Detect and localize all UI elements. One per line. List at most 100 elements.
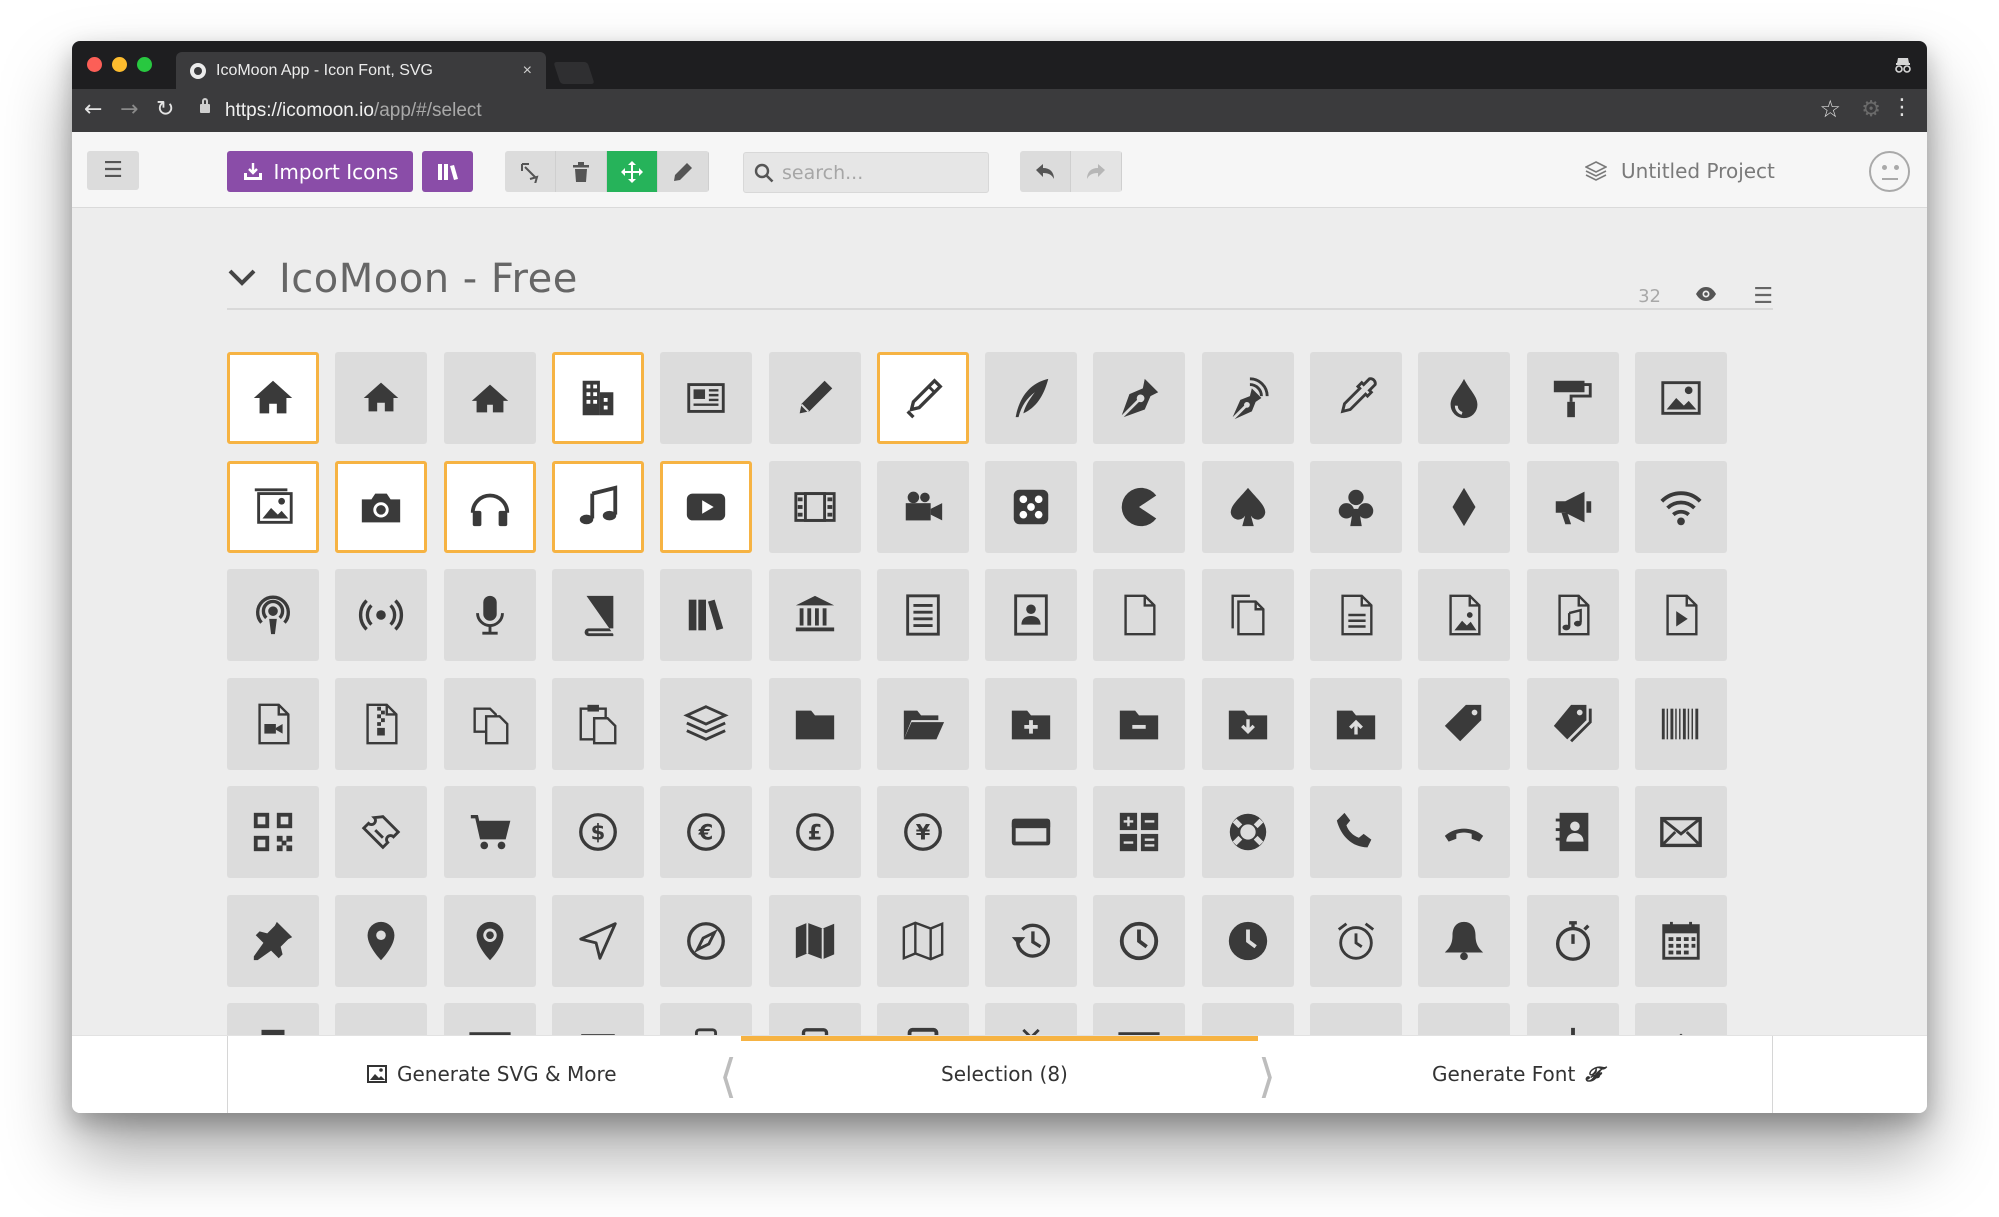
pencil-icon[interactable]	[769, 352, 861, 444]
file-zip-icon[interactable]	[335, 678, 427, 770]
printer-icon[interactable]	[227, 1003, 319, 1035]
compass2-icon[interactable]	[660, 895, 752, 987]
icon-library-button[interactable]	[422, 151, 473, 192]
stopwatch-icon[interactable]	[1527, 895, 1619, 987]
coin-pound-icon[interactable]: £	[769, 786, 861, 878]
envelop-icon[interactable]	[1635, 786, 1727, 878]
quill-icon[interactable]	[985, 352, 1077, 444]
bullhorn-icon[interactable]	[1527, 461, 1619, 553]
eyedropper-icon[interactable]	[1310, 352, 1402, 444]
price-tags-icon[interactable]	[1527, 678, 1619, 770]
droplet-icon[interactable]	[1418, 352, 1510, 444]
home3-icon[interactable]	[444, 352, 536, 444]
browser-tab[interactable]: IcoMoon App - Icon Font, SVG ×	[176, 52, 546, 89]
home-icon[interactable]	[227, 352, 319, 444]
location-icon[interactable]	[335, 895, 427, 987]
profile-icon[interactable]	[985, 569, 1077, 661]
files-empty-icon[interactable]	[1202, 569, 1294, 661]
move-tool-button[interactable]	[607, 151, 658, 192]
project-selector[interactable]: Untitled Project	[1585, 159, 1775, 183]
file-text2-icon[interactable]	[1310, 569, 1402, 661]
folder-upload-icon[interactable]	[1310, 678, 1402, 770]
bell-icon[interactable]	[1418, 895, 1510, 987]
mic-icon[interactable]	[444, 569, 536, 661]
feed-icon[interactable]	[335, 569, 427, 661]
price-tag-icon[interactable]	[1418, 678, 1510, 770]
newspaper-icon[interactable]	[660, 352, 752, 444]
minimize-window-button[interactable]	[112, 57, 127, 72]
copy-icon[interactable]	[444, 678, 536, 770]
credit-card-icon[interactable]	[985, 786, 1077, 878]
file-picture-icon[interactable]	[1418, 569, 1510, 661]
bookmark-star-icon[interactable]: ☆	[1819, 95, 1841, 123]
library-icon[interactable]	[769, 569, 861, 661]
redo-button[interactable]	[1071, 151, 1122, 192]
forward-arrow-icon[interactable]: →	[120, 96, 138, 124]
map2-icon[interactable]	[877, 895, 969, 987]
new-tab-button[interactable]	[553, 62, 595, 84]
close-window-button[interactable]	[87, 57, 102, 72]
search-box[interactable]	[743, 152, 989, 193]
video-camera-icon[interactable]	[877, 461, 969, 553]
folder-minus-icon[interactable]	[1093, 678, 1185, 770]
history-icon[interactable]	[985, 895, 1077, 987]
music-icon[interactable]	[552, 461, 644, 553]
laptop-icon[interactable]	[552, 1003, 644, 1035]
tab-close-icon[interactable]: ×	[523, 62, 546, 80]
coin-dollar-icon[interactable]: $	[552, 786, 644, 878]
clock-icon[interactable]	[1093, 895, 1185, 987]
extension-gear-icon[interactable]: ⚙	[1861, 97, 1881, 122]
select-tool-button[interactable]	[505, 151, 556, 192]
folder-icon[interactable]	[769, 678, 861, 770]
clock2-icon[interactable]	[1202, 895, 1294, 987]
set-menu-icon[interactable]: ☰	[1753, 284, 1773, 309]
pacman-icon[interactable]	[1093, 461, 1185, 553]
home2-icon[interactable]	[335, 352, 427, 444]
lifebuoy-icon[interactable]	[1202, 786, 1294, 878]
location2-icon[interactable]	[444, 895, 536, 987]
undo-button[interactable]	[1020, 151, 1071, 192]
address-bar[interactable]: https://icomoon.io/app/#/select	[225, 100, 482, 122]
coin-yen-icon[interactable]: ¥	[877, 786, 969, 878]
file-play-icon[interactable]	[1635, 569, 1727, 661]
keyboard-icon[interactable]	[335, 1003, 427, 1035]
ticket-icon[interactable]	[335, 786, 427, 878]
pushpin-icon[interactable]	[227, 895, 319, 987]
alarm-icon[interactable]	[1310, 895, 1402, 987]
box-remove-icon[interactable]	[1418, 1003, 1510, 1035]
download-icon[interactable]	[1527, 1003, 1619, 1035]
import-icons-button[interactable]: Import Icons	[227, 151, 413, 192]
blog-icon[interactable]	[1202, 352, 1294, 444]
podcast-icon[interactable]	[227, 569, 319, 661]
map-icon[interactable]	[769, 895, 861, 987]
dice-icon[interactable]	[985, 461, 1077, 553]
drawer-icon[interactable]	[1093, 1003, 1185, 1035]
main-menu-button[interactable]: ☰	[87, 151, 139, 190]
chevron-down-icon[interactable]	[227, 266, 257, 288]
phone-hang-up-icon[interactable]	[1418, 786, 1510, 878]
connection-icon[interactable]	[1635, 461, 1727, 553]
box-add-icon[interactable]	[1310, 1003, 1402, 1035]
file-text-icon[interactable]	[877, 569, 969, 661]
upload-icon[interactable]	[1635, 1003, 1727, 1035]
compass-icon[interactable]	[552, 895, 644, 987]
images-icon[interactable]	[227, 461, 319, 553]
phone-icon[interactable]	[1310, 786, 1402, 878]
file-empty-icon[interactable]	[1093, 569, 1185, 661]
eye-icon[interactable]	[1695, 286, 1717, 302]
reload-icon[interactable]: ↻	[156, 96, 174, 124]
paint-format-icon[interactable]	[1527, 352, 1619, 444]
paste-icon[interactable]	[552, 678, 644, 770]
display-icon[interactable]	[444, 1003, 536, 1035]
file-music-icon[interactable]	[1527, 569, 1619, 661]
drawer2-icon[interactable]	[1202, 1003, 1294, 1035]
calendar-icon[interactable]	[1635, 895, 1727, 987]
selection-button[interactable]: Selection (8)	[941, 1062, 1068, 1086]
folder-open-icon[interactable]	[877, 678, 969, 770]
coin-euro-icon[interactable]: €	[660, 786, 752, 878]
pen-icon[interactable]	[1093, 352, 1185, 444]
office-icon[interactable]	[552, 352, 644, 444]
address-book-icon[interactable]	[1527, 786, 1619, 878]
play-icon[interactable]	[660, 461, 752, 553]
mobile2-icon[interactable]	[769, 1003, 861, 1035]
